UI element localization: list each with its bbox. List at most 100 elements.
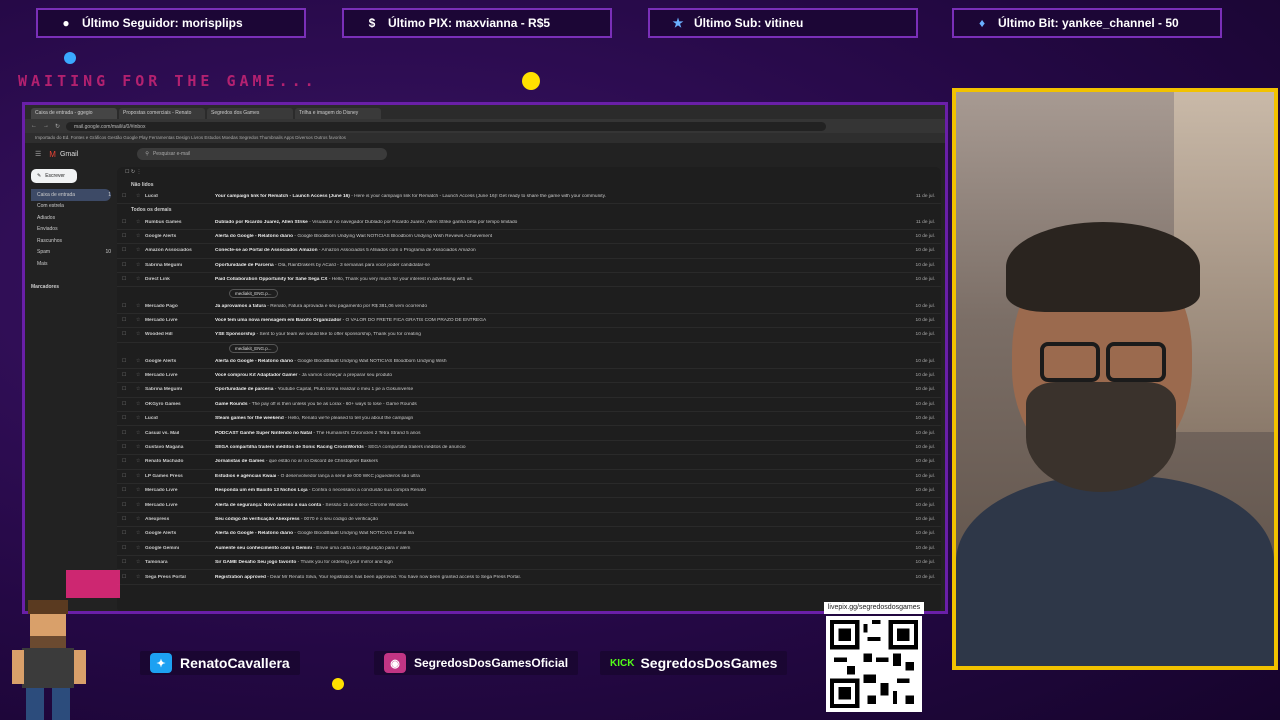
email-row[interactable]: ☐ ☆ Direct Link Paid Collaboration Opportun… xyxy=(117,273,941,288)
row-checkbox[interactable]: ☐ xyxy=(117,234,131,239)
star-icon[interactable]: ☆ xyxy=(131,194,145,199)
email-row[interactable]: ☐ ☆ OKGyro Games Game Rounds - The pay off … xyxy=(117,398,941,413)
more-icon[interactable]: ⋮ xyxy=(136,169,141,175)
row-checkbox[interactable]: ☐ xyxy=(117,304,131,309)
email-row[interactable]: ☐ ☆ Sabrina Megumi Oportunidade de Parceria… xyxy=(117,259,941,273)
star-icon[interactable]: ☆ xyxy=(131,234,145,239)
row-checkbox[interactable]: ☐ xyxy=(117,517,131,522)
row-checkbox[interactable]: ☐ xyxy=(117,474,131,479)
attachment-chip[interactable]: mediakit_ENG.p... xyxy=(229,344,278,354)
email-row[interactable]: ☐ ☆ Amazon Associados Conecte-se ao Portal … xyxy=(117,244,941,259)
forward-icon[interactable]: → xyxy=(43,123,49,129)
row-checkbox[interactable]: ☐ xyxy=(117,359,131,364)
back-icon[interactable]: ← xyxy=(31,123,37,129)
row-checkbox[interactable]: ☐ xyxy=(117,248,131,253)
section-all[interactable]: Todos os demais xyxy=(117,204,941,215)
email-row[interactable]: ☐ ☆ Tamonara Sir GAME Desafio Seu jogo favo… xyxy=(117,556,941,571)
row-checkbox[interactable]: ☐ xyxy=(117,445,131,450)
sidebar-item[interactable]: Caixa de entrada 1 xyxy=(31,189,111,201)
star-icon[interactable]: ☆ xyxy=(131,445,145,450)
email-row[interactable]: ☐ ☆ Mercado Livre Você comprou Kit Adaptado… xyxy=(117,369,941,384)
email-row[interactable]: ☐ ☆ Mercado Livre Responda um em Baixito 13… xyxy=(117,484,941,499)
refresh-icon[interactable]: ↻ xyxy=(131,169,135,175)
star-icon[interactable]: ☆ xyxy=(131,431,145,436)
star-icon[interactable]: ☆ xyxy=(131,416,145,421)
star-icon[interactable]: ☆ xyxy=(131,575,145,580)
email-row[interactable]: ☐ ☆ Renato Machado Jornalistas de Games - q… xyxy=(117,455,941,470)
email-row[interactable]: ☐ ☆ Google Alerts Alerta do Google - Relató… xyxy=(117,355,941,369)
star-icon[interactable]: ☆ xyxy=(131,332,145,337)
row-checkbox[interactable]: ☐ xyxy=(117,531,131,536)
email-row[interactable]: ☐ ☆ Aliexpress Seu código de verificação Al… xyxy=(117,513,941,528)
star-icon[interactable]: ☆ xyxy=(131,459,145,464)
sidebar-item[interactable]: Spam 10 xyxy=(31,247,111,259)
row-checkbox[interactable]: ☐ xyxy=(117,503,131,508)
email-row[interactable]: ☐ ☆ Google Gemini Aumente seu conhecimento … xyxy=(117,542,941,556)
reload-icon[interactable]: ↻ xyxy=(55,123,60,130)
email-row[interactable]: ☐ ☆ Google Alerts Alerta do Google - Relató… xyxy=(117,230,941,245)
star-icon[interactable]: ☆ xyxy=(131,387,145,392)
row-checkbox[interactable]: ☐ xyxy=(117,402,131,407)
star-icon[interactable]: ☆ xyxy=(131,359,145,364)
star-icon[interactable]: ☆ xyxy=(131,263,145,268)
section-unread[interactable]: Não lidos xyxy=(117,179,941,190)
sidebar-item[interactable]: Adiados xyxy=(31,212,111,224)
star-icon[interactable]: ☆ xyxy=(131,248,145,253)
email-row[interactable]: ☐ ☆ LP Games Press Estúdios e agências Kwaa… xyxy=(117,470,941,485)
row-checkbox[interactable]: ☐ xyxy=(117,373,131,378)
compose-button[interactable]: ✎ Escrever xyxy=(31,169,77,183)
star-icon[interactable]: ☆ xyxy=(131,546,145,551)
row-checkbox[interactable]: ☐ xyxy=(117,318,131,323)
star-icon[interactable]: ☆ xyxy=(131,373,145,378)
row-checkbox[interactable]: ☐ xyxy=(117,332,131,337)
row-checkbox[interactable]: ☐ xyxy=(117,277,131,282)
url-field[interactable]: mail.google.com/mail/u/0/#inbox xyxy=(66,121,827,131)
sidebar-item[interactable]: Enviados xyxy=(31,224,111,236)
email-row[interactable]: ☐ ☆ Wooded Hill YSE Sponsorship - Sent to y… xyxy=(117,328,941,343)
email-row[interactable]: ☐ ☆ Mercado Livre Alerta de segurança: Novo… xyxy=(117,498,941,513)
browser-tab[interactable]: Propostas comerciais - Renato xyxy=(119,108,205,119)
row-checkbox[interactable]: ☐ xyxy=(117,546,131,551)
email-row[interactable]: ☐ ☆ Gustavo Magana SEGA compartilha trailer… xyxy=(117,441,941,456)
row-checkbox[interactable]: ☐ xyxy=(117,416,131,421)
search-input[interactable]: ⚲ Pesquisar e-mail xyxy=(137,148,388,160)
browser-tab[interactable]: Segredos dos Games xyxy=(207,108,293,119)
bookmarks-bar[interactable]: Importado do Ed. Fontes e Gráficos Gestã… xyxy=(25,133,945,143)
star-icon[interactable]: ☆ xyxy=(131,531,145,536)
star-icon[interactable]: ☆ xyxy=(131,560,145,565)
select-all-checkbox[interactable]: ☐ xyxy=(125,169,129,175)
attachment-chip[interactable]: mediakit_ENG.p... xyxy=(229,288,278,298)
email-row[interactable]: ☐ ☆ Google Alerts Alerta do Google - Relató… xyxy=(117,527,941,542)
row-checkbox[interactable]: ☐ xyxy=(117,459,131,464)
row-checkbox[interactable]: ☐ xyxy=(117,194,131,199)
email-row[interactable]: ☐ ☆ Mercado Livre Você tem uma nova mensage… xyxy=(117,314,941,329)
star-icon[interactable]: ☆ xyxy=(131,277,145,282)
sidebar-item[interactable]: Com estrela xyxy=(31,201,111,213)
browser-tab[interactable]: Caixa de entrada - ggegio xyxy=(31,108,117,119)
browser-tab[interactable]: Trilha e imagem do Disney xyxy=(295,108,381,119)
menu-icon[interactable]: ☰ xyxy=(35,150,41,158)
row-checkbox[interactable]: ☐ xyxy=(117,263,131,268)
email-row[interactable]: ☐ ☆ Lucid Steam games for the weekend - Hel… xyxy=(117,412,941,427)
sidebar-item[interactable]: Rascunhos xyxy=(31,235,111,247)
star-icon[interactable]: ☆ xyxy=(131,488,145,493)
sidebar-item[interactable]: Mais xyxy=(31,258,111,270)
star-icon[interactable]: ☆ xyxy=(131,304,145,309)
star-icon[interactable]: ☆ xyxy=(131,503,145,508)
row-checkbox[interactable]: ☐ xyxy=(117,488,131,493)
star-icon[interactable]: ☆ xyxy=(131,220,145,225)
row-checkbox[interactable]: ☐ xyxy=(117,387,131,392)
star-icon[interactable]: ☆ xyxy=(131,517,145,522)
email-row[interactable]: ☐ ☆ Sega Press Portal Registration approved… xyxy=(117,570,941,585)
email-row[interactable]: ☐ ☆ Lucid Your campaign link for Rematch - … xyxy=(117,190,941,205)
email-row[interactable]: ☐ ☆ Rumbus Games Dublado por Ricardo Juarez… xyxy=(117,215,941,230)
row-checkbox[interactable]: ☐ xyxy=(117,560,131,565)
gmail-logo[interactable]: M Gmail xyxy=(49,150,129,159)
email-row[interactable]: ☐ ☆ Casual vs. Mail PODCAST Ganhe Super Nin… xyxy=(117,426,941,441)
row-checkbox[interactable]: ☐ xyxy=(117,220,131,225)
email-row[interactable]: ☐ ☆ Sabrina Megumi Oportunidade de parceria… xyxy=(117,383,941,398)
star-icon[interactable]: ☆ xyxy=(131,474,145,479)
star-icon[interactable]: ☆ xyxy=(131,402,145,407)
row-checkbox[interactable]: ☐ xyxy=(117,431,131,436)
email-row[interactable]: ☐ ☆ Mercado Pago Já aprovamos a fatura - Re… xyxy=(117,299,941,314)
